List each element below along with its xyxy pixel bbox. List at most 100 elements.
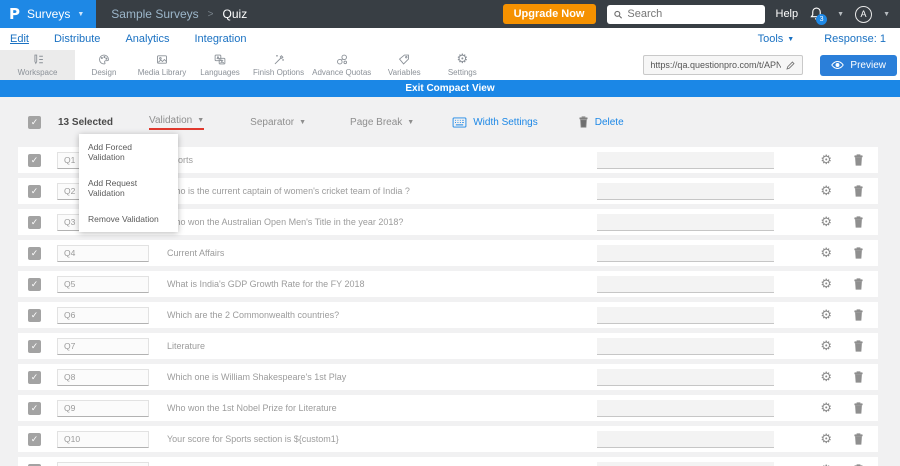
question-code[interactable]: Q8 [57, 368, 149, 386]
row-checkbox[interactable] [28, 432, 41, 446]
menu-item-add-forced-validation[interactable]: Add Forced Validation [79, 134, 178, 170]
breadcrumb: Sample Surveys > Quiz [111, 7, 247, 21]
breadcrumb-parent[interactable]: Sample Surveys [111, 7, 198, 21]
trash-icon[interactable] [853, 247, 864, 259]
row-checkbox[interactable] [28, 215, 41, 229]
question-code[interactable]: Q10 [57, 430, 149, 448]
question-field-input[interactable] [597, 244, 775, 262]
gear-icon[interactable]: ⚙ [820, 309, 832, 322]
question-text: Who won the 1st Nobel Prize for Literatu… [167, 403, 337, 413]
width-settings-button[interactable]: Width Settings [452, 117, 538, 128]
question-field-input[interactable] [597, 461, 775, 466]
trash-icon[interactable] [853, 309, 864, 321]
row-checkbox[interactable] [28, 184, 41, 198]
search-input[interactable] [627, 8, 759, 20]
trash-icon[interactable] [853, 402, 864, 414]
menu-item-add-request-validation[interactable]: Add Request Validation [79, 170, 178, 206]
question-code[interactable]: Q4 [57, 244, 149, 262]
question-row-q9: Q9 Who won the 1st Nobel Prize for Liter… [18, 395, 878, 421]
edit-pencil-icon[interactable] [785, 60, 796, 71]
row-checkbox[interactable] [28, 277, 41, 291]
toolbar-right: Preview [643, 50, 900, 80]
question-field-input[interactable] [597, 213, 775, 231]
gear-icon[interactable]: ⚙ [820, 154, 832, 167]
gear-icon[interactable]: ⚙ [820, 278, 832, 291]
chevron-down-icon[interactable]: ▼ [883, 11, 890, 18]
gear-icon[interactable]: ⚙ [820, 216, 832, 229]
trash-icon[interactable] [853, 154, 864, 166]
question-field-input[interactable] [597, 306, 775, 324]
question-field-input[interactable] [597, 275, 775, 293]
question-code[interactable]: Q9 [57, 399, 149, 417]
trash-icon[interactable] [853, 340, 864, 352]
avatar[interactable]: A [855, 5, 873, 23]
notifications-bell[interactable]: 3 [809, 6, 828, 25]
preview-button[interactable]: Preview [820, 54, 897, 76]
tools-menu[interactable]: Tools ▼ [758, 33, 795, 45]
trash-icon[interactable] [853, 216, 864, 228]
row-checkbox[interactable] [28, 246, 41, 260]
chevron-down-icon: ▼ [407, 118, 415, 126]
help-link[interactable]: Help [776, 8, 799, 20]
question-code[interactable]: Q11 [57, 461, 149, 466]
chevron-down-icon[interactable]: ▼ [837, 11, 844, 18]
question-row-q10: Q10 Your score for Sports section is ${c… [18, 426, 878, 452]
question-code[interactable]: Q6 [57, 306, 149, 324]
nav-tabs: Edit Distribute Analytics Integration [10, 33, 246, 45]
upgrade-now-button[interactable]: Upgrade Now [502, 4, 596, 24]
trash-icon[interactable] [853, 433, 864, 445]
row-checkbox[interactable] [28, 153, 41, 167]
question-field-input[interactable] [597, 368, 775, 386]
tab-analytics[interactable]: Analytics [125, 33, 169, 45]
page-break-menu-button[interactable]: Page Break ▼ [350, 117, 414, 128]
variables-tag-icon [399, 54, 410, 65]
survey-url-box[interactable] [643, 55, 804, 75]
tab-edit[interactable]: Edit [10, 33, 29, 45]
gear-icon[interactable]: ⚙ [820, 247, 832, 260]
survey-url-input[interactable] [650, 60, 782, 70]
response-count[interactable]: Response: 1 [824, 33, 886, 45]
validation-menu-button[interactable]: Validation ▼ [149, 115, 205, 130]
toolbar-item-languages[interactable]: Languages [191, 50, 249, 80]
gear-icon[interactable]: ⚙ [820, 402, 832, 415]
select-all-checkbox[interactable] [28, 115, 41, 129]
toolbar-item-advance-quotas[interactable]: Advance Quotas [308, 50, 375, 80]
toolbar-item-media-library[interactable]: Media Library [133, 50, 191, 80]
delete-button[interactable]: Delete [578, 116, 624, 128]
row-checkbox[interactable] [28, 370, 41, 384]
question-field-input[interactable] [597, 182, 775, 200]
question-field-input[interactable] [597, 337, 775, 355]
question-code[interactable]: Q5 [57, 275, 149, 293]
question-field-input[interactable] [597, 151, 775, 169]
question-field-input[interactable] [597, 399, 775, 417]
toolbar-item-variables[interactable]: Variables [375, 50, 433, 80]
toolbar-item-settings[interactable]: ⚙ Settings [433, 50, 491, 80]
trash-icon[interactable] [853, 185, 864, 197]
menu-item-remove-validation[interactable]: Remove Validation [79, 206, 178, 232]
tab-integration[interactable]: Integration [194, 33, 246, 45]
toolbar-item-finish-options[interactable]: Finish Options [249, 50, 308, 80]
toolbar-item-workspace[interactable]: Workspace [0, 50, 75, 80]
question-text: Who is the current captain of women's cr… [167, 186, 410, 196]
trash-icon[interactable] [853, 278, 864, 290]
media-library-icon [157, 55, 167, 64]
trash-icon[interactable] [853, 371, 864, 383]
gear-icon[interactable]: ⚙ [820, 185, 832, 198]
row-checkbox[interactable] [28, 401, 41, 415]
separator-menu-button[interactable]: Separator ▼ [250, 117, 306, 128]
tab-distribute[interactable]: Distribute [54, 33, 100, 45]
gear-icon[interactable]: ⚙ [820, 340, 832, 353]
validation-dropdown-menu: Add Forced Validation Add Request Valida… [79, 134, 178, 232]
gear-icon[interactable]: ⚙ [820, 433, 832, 446]
question-row-q6: Q6 Which are the 2 Commonwealth countrie… [18, 302, 878, 328]
exit-compact-view-bar[interactable]: Exit Compact View [0, 80, 900, 97]
gear-icon[interactable]: ⚙ [820, 371, 832, 384]
question-code[interactable]: Q7 [57, 337, 149, 355]
global-search[interactable] [606, 4, 765, 24]
question-field-input[interactable] [597, 430, 775, 448]
surveys-product-switcher[interactable]: P Surveys ▼ [0, 0, 97, 28]
advance-quotas-links-icon [336, 54, 347, 65]
row-checkbox[interactable] [28, 308, 41, 322]
row-checkbox[interactable] [28, 339, 41, 353]
toolbar-item-design[interactable]: Design [75, 50, 133, 80]
